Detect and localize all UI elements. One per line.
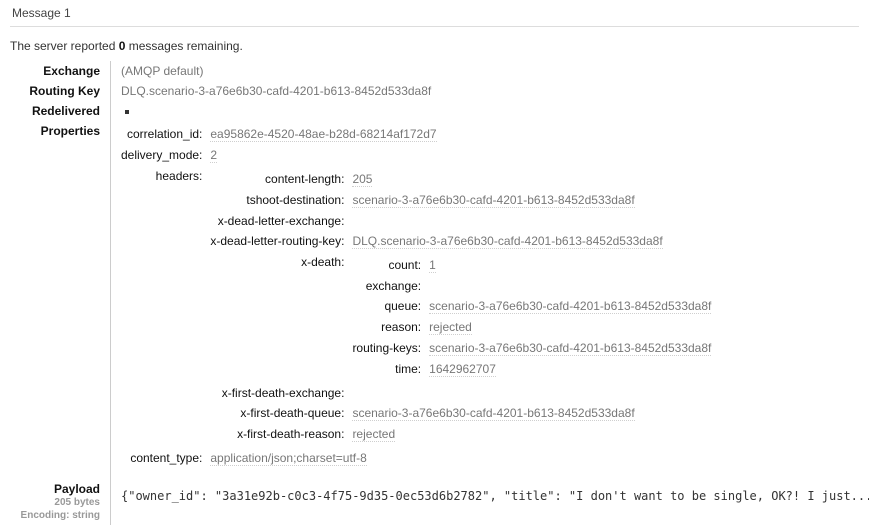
table-row-delivery-mode: delivery_mode: 2	[121, 145, 711, 166]
x-dead-letter-routing-key-label: x-dead-letter-routing-key:	[210, 234, 345, 248]
x-death-time-value: 1642962707	[429, 362, 496, 377]
x-first-death-reason-value: rejected	[352, 427, 396, 442]
x-death-reason-value: rejected	[429, 320, 472, 335]
x-death-queue-value: scenario-3-a76e6b30-cafd-4201-b613-8452d…	[429, 299, 712, 314]
delivery-mode-label: delivery_mode:	[121, 148, 203, 162]
payload-body: {"owner_id": "3a31e92b-c0c3-4f75-9d35-0e…	[121, 489, 869, 503]
tshoot-destination-value: scenario-3-a76e6b30-cafd-4201-b613-8452d…	[352, 193, 635, 208]
table-row-x-death: x-death: count: 1 exchange: queue: scena…	[210, 252, 712, 383]
payload-encoding: Encoding: string	[20, 509, 100, 521]
x-death-reason-label: reason:	[381, 320, 422, 334]
table-row-x-death-exchange: exchange:	[352, 276, 711, 296]
content-type-value: application/json;charset=utf-8	[210, 451, 367, 466]
delivery-mode-value: 2	[210, 148, 218, 163]
redelivered-bullet-icon	[125, 109, 129, 114]
correlation-id-value: ea95862e-4520-48ae-b28d-68214af172d7	[210, 127, 437, 142]
x-first-death-reason-label: x-first-death-reason:	[237, 427, 345, 441]
exchange-label: Exchange	[0, 61, 111, 81]
message-header: Message 1	[10, 0, 859, 27]
headers-label: headers:	[155, 169, 203, 183]
table-row-x-first-death-queue: x-first-death-queue: scenario-3-a76e6b30…	[210, 403, 711, 424]
content-type-label: content_type:	[130, 451, 203, 465]
payload-title: Payload	[53, 482, 100, 496]
routing-key-label: Routing Key	[0, 81, 111, 101]
server-status-note: The server reported 0 messages remaining…	[10, 39, 869, 53]
table-row-content-length: content-length: 205	[210, 169, 711, 190]
table-row-correlation-id: correlation_id: ea95862e-4520-48ae-b28d-…	[121, 124, 711, 145]
table-row-x-death-count: count: 1	[352, 255, 711, 276]
exchange-value: (AMQP default)	[121, 64, 204, 78]
x-death-queue-label: queue:	[384, 299, 422, 313]
content-length-value: 205	[352, 172, 373, 187]
routing-key-value: DLQ.scenario-3-a76e6b30-cafd-4201-b613-8…	[121, 84, 432, 98]
status-prefix: The server reported	[10, 39, 119, 53]
x-death-count-label: count:	[388, 258, 422, 272]
properties-label: Properties	[0, 121, 111, 472]
table-row-tshoot-destination: tshoot-destination: scenario-3-a76e6b30-…	[210, 190, 711, 211]
correlation-id-label: correlation_id:	[127, 127, 203, 141]
x-first-death-exchange-label: x-first-death-exchange:	[221, 386, 345, 400]
table-row-content-type: content_type: application/json;charset=u…	[121, 448, 711, 469]
payload-bytes: 205 bytes	[54, 497, 100, 508]
tshoot-destination-label: tshoot-destination:	[246, 193, 345, 207]
x-death-routing-keys-label: routing-keys:	[352, 341, 422, 355]
table-row-x-death-time: time: 1642962707	[352, 359, 711, 380]
x-death-time-label: time:	[395, 362, 422, 376]
properties-table: correlation_id: ea95862e-4520-48ae-b28d-…	[121, 124, 712, 469]
x-first-death-queue-label: x-first-death-queue:	[240, 406, 345, 420]
content-length-label: content-length:	[265, 172, 345, 186]
table-row-exchange: Exchange (AMQP default)	[0, 61, 869, 81]
message-title: Message 1	[12, 6, 71, 20]
table-row-payload: Payload 205 bytes Encoding: string {"own…	[0, 472, 869, 525]
table-row-x-death-queue: queue: scenario-3-a76e6b30-cafd-4201-b61…	[352, 296, 712, 317]
payload-label-cell: Payload 205 bytes Encoding: string	[0, 472, 111, 525]
x-death-table: count: 1 exchange: queue: scenario-3-a76…	[352, 255, 712, 380]
x-death-exchange-label: exchange:	[365, 279, 422, 293]
table-row-x-dead-letter-exchange: x-dead-letter-exchange:	[210, 211, 711, 231]
x-death-routing-keys-value: scenario-3-a76e6b30-cafd-4201-b613-8452d…	[429, 341, 712, 356]
status-suffix: messages remaining.	[125, 39, 243, 53]
x-first-death-queue-value: scenario-3-a76e6b30-cafd-4201-b613-8452d…	[352, 406, 635, 421]
table-row-routing-key: Routing Key DLQ.scenario-3-a76e6b30-cafd…	[0, 81, 869, 101]
table-row-x-death-reason: reason: rejected	[352, 317, 711, 338]
table-row-headers: headers: content-length: 205 tshoot-dest…	[121, 166, 712, 448]
table-row-redelivered: Redelivered	[0, 101, 869, 121]
payload-label-group: Payload 205 bytes Encoding: string	[0, 482, 100, 522]
x-dead-letter-exchange-label: x-dead-letter-exchange:	[217, 214, 345, 228]
table-row-x-dead-letter-routing-key: x-dead-letter-routing-key: DLQ.scenario-…	[210, 231, 711, 252]
x-death-label: x-death:	[301, 255, 345, 269]
table-row-x-death-routing-keys: routing-keys: scenario-3-a76e6b30-cafd-4…	[352, 338, 712, 359]
headers-table: content-length: 205 tshoot-destination:	[210, 169, 712, 445]
redelivered-label: Redelivered	[0, 101, 111, 121]
table-row-x-first-death-exchange: x-first-death-exchange:	[210, 383, 711, 403]
x-death-count-value: 1	[429, 258, 436, 273]
message-detail-table: Exchange (AMQP default) Routing Key DLQ.…	[0, 61, 869, 525]
table-row-properties: Properties correlation_id: ea95862e-4520…	[0, 121, 869, 472]
table-row-x-first-death-reason: x-first-death-reason: rejected	[210, 424, 711, 445]
x-dead-letter-routing-key-value: DLQ.scenario-3-a76e6b30-cafd-4201-b613-8…	[352, 234, 663, 249]
